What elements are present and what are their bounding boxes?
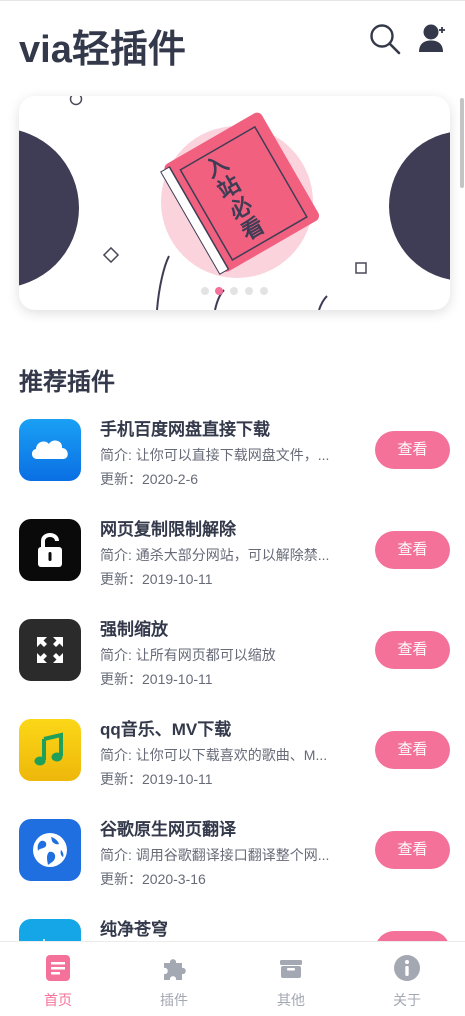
view-button[interactable]: 查看	[375, 631, 450, 669]
tab-label: 关于	[393, 992, 421, 1008]
info-icon	[393, 954, 421, 982]
cloud-icon	[19, 419, 81, 481]
plugin-name: 网页复制限制解除	[100, 520, 236, 539]
plugin-name: 手机百度网盘直接下载	[100, 420, 270, 439]
plugin-item-copy-unlock[interactable]: 网页复制限制解除 简介: 通杀大部分网站，可以解除禁... 更新：2019-10…	[0, 508, 465, 608]
plugin-desc: 简介: 通杀大部分网站，可以解除禁...	[100, 547, 330, 563]
section-title: 推荐插件	[19, 369, 115, 396]
tab-about[interactable]: 关于	[349, 942, 465, 1016]
unlock-icon	[19, 519, 81, 581]
banner-carousel[interactable]: 入站必看	[19, 96, 450, 310]
plugin-date: 更新：2020-3-16	[100, 871, 206, 887]
view-button[interactable]: 查看	[375, 531, 450, 569]
plugin-desc: 简介: 让所有网页都可以缩放	[100, 647, 276, 663]
plugin-desc: 简介: 调用谷歌翻译接口翻译整个网...	[100, 847, 330, 863]
plugin-item-google-translate[interactable]: 谷歌原生网页翻译 简介: 调用谷歌翻译接口翻译整个网... 更新：2020-3-…	[0, 808, 465, 908]
carousel-dot[interactable]	[230, 287, 238, 295]
plugin-date: 更新：2019-10-11	[100, 671, 213, 687]
carousel-dot-active[interactable]	[215, 287, 223, 295]
expand-arrows-icon	[19, 619, 81, 681]
plugin-item-force-zoom[interactable]: 强制缩放 简介: 让所有网页都可以缩放 更新：2019-10-11 查看	[0, 608, 465, 708]
plugin-name: 强制缩放	[100, 620, 168, 639]
tab-other[interactable]: 其他	[233, 942, 349, 1016]
search-icon[interactable]	[368, 22, 402, 56]
bottom-tab-bar: 首页 插件 其他 关于	[0, 941, 465, 1015]
plugin-name: qq音乐、MV下载	[100, 720, 232, 739]
app-header: via轻插件	[0, 0, 465, 90]
plugin-name: 纯净苍穹	[100, 920, 168, 939]
tab-home[interactable]: 首页	[0, 942, 116, 1016]
carousel-dot[interactable]	[260, 287, 268, 295]
view-button[interactable]: 查看	[375, 431, 450, 469]
plugin-date: 更新：2019-10-11	[100, 771, 213, 787]
plugin-desc: 简介: 让你可以下载喜欢的歌曲、M...	[100, 747, 328, 763]
box-icon	[277, 954, 305, 982]
plugin-desc: 简介: 让你可以直接下载网盘文件，...	[100, 447, 330, 463]
tab-label: 插件	[160, 992, 188, 1008]
plugin-item-baidu-pan[interactable]: 手机百度网盘直接下载 简介: 让你可以直接下载网盘文件，... 更新：2020-…	[0, 408, 465, 508]
user-add-icon[interactable]	[416, 22, 450, 56]
tab-label: 其他	[277, 992, 305, 1008]
globe-icon	[19, 819, 81, 881]
music-note-icon	[19, 719, 81, 781]
app-title: via轻插件	[19, 29, 186, 71]
plugin-name: 谷歌原生网页翻译	[100, 820, 236, 839]
plugin-item-qq-music[interactable]: qq音乐、MV下载 简介: 让你可以下载喜欢的歌曲、M... 更新：2019-1…	[0, 708, 465, 808]
puzzle-icon	[160, 954, 188, 982]
view-button[interactable]: 查看	[375, 731, 450, 769]
tab-label: 首页	[44, 992, 72, 1008]
plugin-date: 更新：2020-2-6	[100, 471, 199, 487]
plugin-date: 更新：2019-10-11	[100, 571, 213, 587]
view-button[interactable]: 查看	[375, 831, 450, 869]
carousel-dot[interactable]	[201, 287, 209, 295]
scrollbar[interactable]	[460, 98, 464, 188]
tab-plugins[interactable]: 插件	[116, 942, 232, 1016]
home-doc-icon	[44, 954, 72, 982]
carousel-dot[interactable]	[245, 287, 253, 295]
